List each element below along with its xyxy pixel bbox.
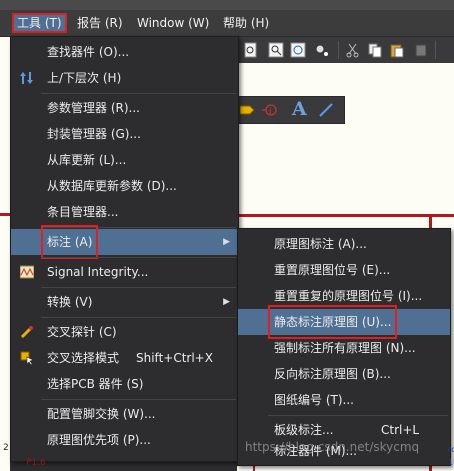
- menu-item-annotate[interactable]: 标注 (A) ▶: [11, 225, 238, 259]
- menu-item-cross-probe[interactable]: 交叉探针 (C): [11, 319, 238, 345]
- menu-separator: [41, 257, 236, 258]
- menu-item-label: 反向标注原理图 (B)...: [274, 367, 391, 381]
- wiring-toolbar: i A: [237, 96, 345, 124]
- sheet-border-top: [237, 214, 454, 217]
- text-string-icon[interactable]: A: [292, 98, 307, 120]
- menu-item-label: 图纸编号 (T)...: [274, 393, 354, 407]
- port-icon[interactable]: [240, 102, 256, 118]
- menu-item-up-down-hierarchy[interactable]: 上/下层次 (H): [11, 65, 238, 91]
- menu-item-label: 选择PCB 器件 (S): [47, 377, 144, 391]
- submenu-item-annotate-schematics[interactable]: 原理图标注 (A)...: [238, 231, 450, 257]
- menu-item-label: 条目管理器...: [47, 205, 119, 219]
- toolbar-separator: [435, 41, 436, 59]
- canvas-text: 2: [3, 443, 9, 453]
- signal-integrity-icon: [20, 265, 34, 279]
- menu-item-parameter-manager[interactable]: 参数管理器 (R)...: [11, 95, 238, 121]
- menu-item-configure-pin-swap[interactable]: 配置管脚交换 (W)...: [11, 401, 238, 427]
- menu-item-label: 强制标注所有原理图 (N)...: [274, 341, 416, 355]
- menu-item-cross-select-mode[interactable]: 交叉选择模式 Shift+Ctrl+X: [11, 345, 238, 371]
- title-bar: [0, 0, 454, 10]
- menu-item-convert[interactable]: 转换 (V) ▶: [11, 289, 238, 315]
- menu-item-label: 重置重复的原理图位号 (I)...: [274, 289, 423, 303]
- rubber-stamp-icon[interactable]: [413, 42, 429, 58]
- menu-separator: [41, 399, 236, 400]
- menu-item-label: Signal Integrity...: [47, 265, 149, 279]
- menu-item-label: 上/下层次 (H): [47, 71, 122, 85]
- menu-item-footprint-manager[interactable]: 封装管理器 (G)...: [11, 121, 238, 147]
- cross-probe-icon: [20, 326, 33, 339]
- menu-item-select-pcb-components[interactable]: 选择PCB 器件 (S): [11, 371, 238, 397]
- menu-item-label: 交叉探针 (C): [47, 325, 117, 339]
- menu-separator: [268, 415, 448, 416]
- tools-menu: 查找器件 (O)... 上/下层次 (H) 参数管理器 (R)... 封装管理器…: [10, 36, 239, 462]
- menu-item-signal-integrity[interactable]: Signal Integrity...: [11, 259, 238, 285]
- svg-text:i: i: [269, 107, 272, 117]
- copy-icon[interactable]: [367, 42, 383, 58]
- zoom-fit-icon[interactable]: [268, 42, 284, 58]
- sheet-border-line: [0, 213, 10, 216]
- menu-item-label: 参数管理器 (R)...: [47, 101, 140, 115]
- menu-item-label: 静态标注原理图 (U)...: [267, 305, 398, 339]
- menu-item-label: 转换 (V): [47, 295, 93, 309]
- canvas-pin-label: P1.6: [26, 458, 46, 468]
- menu-item-label: 重置原理图位号 (E)...: [274, 263, 391, 277]
- no-erc-icon[interactable]: i: [262, 102, 278, 118]
- toolbar-separator: [338, 41, 339, 59]
- menu-item-label: 原理图标注 (A)...: [274, 237, 367, 251]
- submenu-item-reset-duplicate-designators[interactable]: 重置重复的原理图位号 (I)...: [238, 283, 450, 309]
- menu-item-label: 标注 (A): [40, 225, 99, 259]
- menu-item-find-component[interactable]: 查找器件 (O)...: [11, 39, 238, 65]
- menu-item-label: 原理图优先项 (P)...: [47, 433, 151, 447]
- submenu-arrow-icon: ▶: [223, 297, 230, 307]
- submenu-item-annotate-schematics-quietly[interactable]: 静态标注原理图 (U)...: [238, 305, 450, 339]
- submenu-item-force-annotate-all[interactable]: 强制标注所有原理图 (N)...: [238, 335, 450, 361]
- menu-item-shortcut: Shift+Ctrl+X: [136, 351, 213, 365]
- canvas-text: rcc3: [448, 445, 454, 454]
- menu-separator: [41, 93, 236, 94]
- up-down-arrows-icon: [20, 72, 33, 84]
- menu-help[interactable]: 帮助 (H): [218, 13, 274, 33]
- submenu-item-reset-designators[interactable]: 重置原理图位号 (E)...: [238, 257, 450, 283]
- print-preview-icon[interactable]: [243, 42, 259, 58]
- menu-item-label: 交叉选择模式: [47, 351, 120, 365]
- menu-item-label: 封装管理器 (G)...: [47, 127, 141, 141]
- menu-item-label: 查找器件 (O)...: [47, 45, 130, 59]
- menu-bar: 工具 (T) 报告 (R) Window (W) 帮助 (H): [0, 10, 454, 37]
- menu-window[interactable]: Window (W): [132, 13, 214, 33]
- menu-item-update-from-database[interactable]: 从数据库更新参数 (D)...: [11, 173, 238, 199]
- menu-tools[interactable]: 工具 (T): [12, 13, 67, 33]
- draw-line-icon[interactable]: [318, 102, 334, 118]
- menu-item-label: 从库更新 (L)...: [47, 153, 127, 167]
- menu-separator: [41, 317, 236, 318]
- cut-icon[interactable]: [345, 42, 361, 58]
- submenu-arrow-icon: ▶: [223, 237, 230, 247]
- schematic-canvas-left[interactable]: [0, 37, 10, 471]
- menu-item-label: 配置管脚交换 (W)...: [47, 407, 156, 421]
- menu-item-label: 从数据库更新参数 (D)...: [47, 179, 177, 193]
- submenu-item-number-sheets[interactable]: 图纸编号 (T)...: [238, 387, 450, 413]
- canvas-text: 1K: [448, 458, 454, 467]
- menu-separator: [41, 287, 236, 288]
- standard-toolbar: [237, 37, 454, 64]
- paste-icon[interactable]: [389, 42, 405, 58]
- cross-select-icon: [20, 351, 34, 365]
- zoom-area-icon[interactable]: [290, 42, 306, 58]
- menu-item-update-from-library[interactable]: 从库更新 (L)...: [11, 147, 238, 173]
- menu-item-schematic-preferences[interactable]: 原理图优先项 (P)...: [11, 427, 238, 453]
- zoom-selected-icon[interactable]: [314, 42, 330, 58]
- annotate-submenu: 原理图标注 (A)... 重置原理图位号 (E)... 重置重复的原理图位号 (…: [237, 228, 451, 466]
- menu-separator: [41, 227, 236, 228]
- submenu-item-back-annotate[interactable]: 反向标注原理图 (B)...: [238, 361, 450, 387]
- watermark: https://blog.csdn.net/skycmq: [245, 440, 420, 454]
- menu-item-item-manager[interactable]: 条目管理器...: [11, 199, 238, 225]
- menu-reports[interactable]: 报告 (R): [72, 13, 128, 33]
